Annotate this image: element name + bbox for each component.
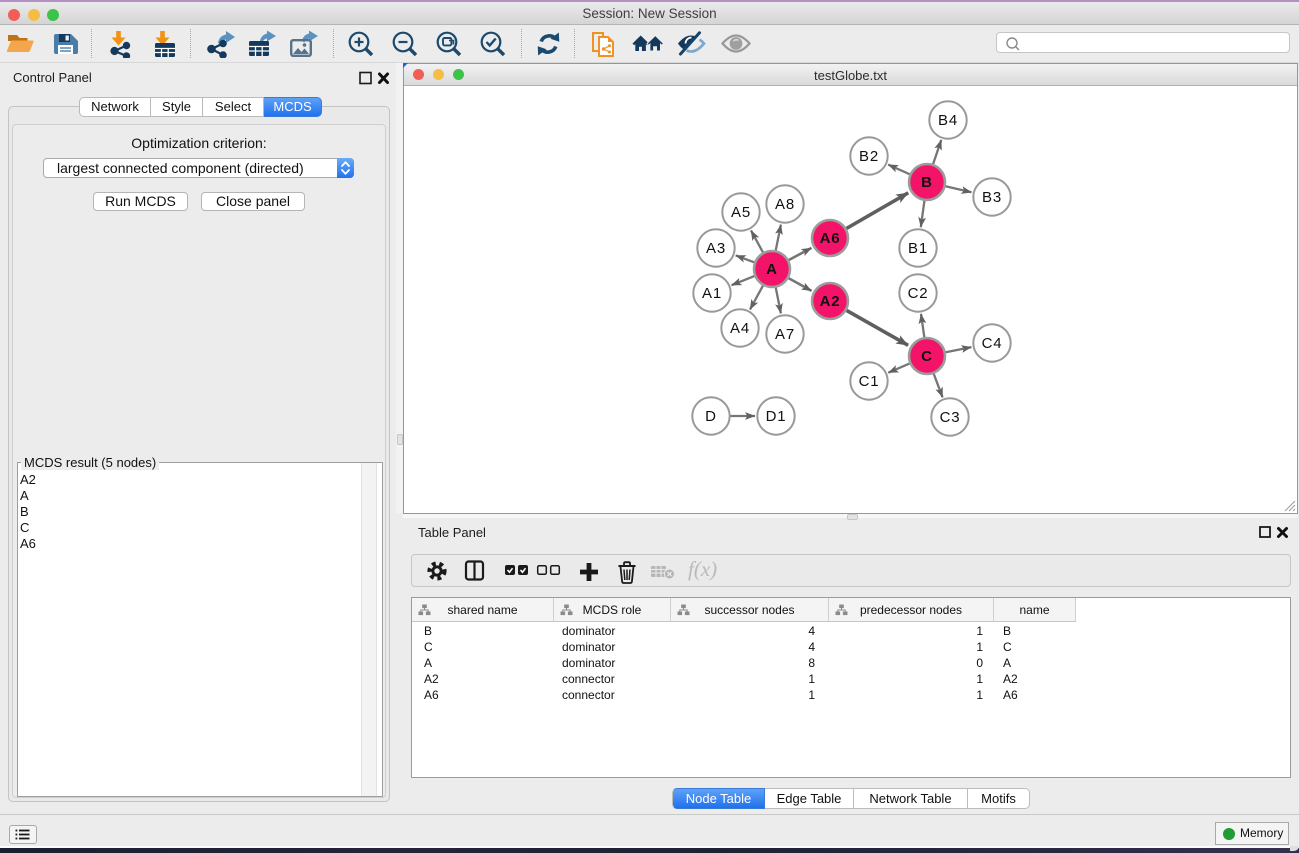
svg-text:B2: B2 <box>859 148 879 165</box>
svg-text:A: A <box>766 261 778 278</box>
svg-text:B4: B4 <box>938 112 958 129</box>
svg-text:D1: D1 <box>766 408 787 425</box>
svg-text:B3: B3 <box>982 189 1002 206</box>
svg-text:C4: C4 <box>982 335 1003 352</box>
svg-text:A1: A1 <box>702 285 722 302</box>
svg-text:A7: A7 <box>775 326 795 343</box>
svg-text:A6: A6 <box>820 230 841 247</box>
svg-text:A8: A8 <box>775 196 795 213</box>
svg-text:A3: A3 <box>706 240 726 257</box>
svg-text:B1: B1 <box>908 240 928 257</box>
svg-text:A2: A2 <box>820 293 841 310</box>
svg-text:C2: C2 <box>908 285 929 302</box>
svg-text:C3: C3 <box>940 409 961 426</box>
svg-text:C: C <box>921 348 933 365</box>
svg-text:C1: C1 <box>859 373 880 390</box>
svg-text:A5: A5 <box>731 204 751 221</box>
svg-text:D: D <box>705 408 717 425</box>
svg-text:B: B <box>921 174 933 191</box>
svg-text:A4: A4 <box>730 320 750 337</box>
